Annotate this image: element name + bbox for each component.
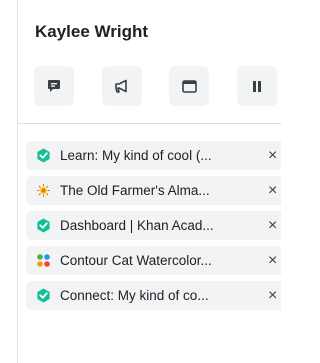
- megaphone-icon: [114, 79, 130, 93]
- close-icon[interactable]: ×: [268, 217, 281, 234]
- tab-title: Dashboard | Khan Acad...: [60, 218, 214, 233]
- tab-item[interactable]: The Old Farmer's Alma... ×: [26, 176, 281, 205]
- tab-title: Contour Cat Watercolor...: [60, 253, 212, 268]
- window-button[interactable]: [169, 66, 209, 106]
- message-button[interactable]: [34, 66, 74, 106]
- student-name: Kaylee Wright: [35, 22, 149, 41]
- khan-academy-icon: [36, 288, 51, 303]
- farmers-almanac-icon: [36, 183, 51, 198]
- student-panel: Kaylee Wright Learn: My kind of cool (..…: [17, 0, 281, 363]
- tab-item[interactable]: Contour Cat Watercolor... ×: [26, 246, 281, 275]
- tab-title: Learn: My kind of cool (...: [60, 148, 212, 163]
- tab-item[interactable]: Learn: My kind of cool (... ×: [26, 141, 281, 170]
- pause-icon: [251, 80, 263, 93]
- message-icon: [47, 79, 61, 94]
- tab-item[interactable]: Connect: My kind of co... ×: [26, 281, 281, 310]
- close-icon[interactable]: ×: [268, 287, 281, 304]
- tab-title: The Old Farmer's Alma...: [60, 183, 210, 198]
- tab-item[interactable]: Dashboard | Khan Acad... ×: [26, 211, 281, 240]
- close-icon[interactable]: ×: [268, 182, 281, 199]
- tab-title: Connect: My kind of co...: [60, 288, 209, 303]
- khan-academy-icon: [36, 148, 51, 163]
- panel-header: Kaylee Wright: [18, 0, 281, 124]
- khan-academy-icon: [36, 218, 51, 233]
- close-icon[interactable]: ×: [268, 252, 281, 269]
- window-icon: [181, 79, 197, 93]
- four-dots-icon: [36, 253, 51, 268]
- close-icon[interactable]: ×: [268, 147, 281, 164]
- pause-button[interactable]: [237, 66, 277, 106]
- announce-button[interactable]: [102, 66, 142, 106]
